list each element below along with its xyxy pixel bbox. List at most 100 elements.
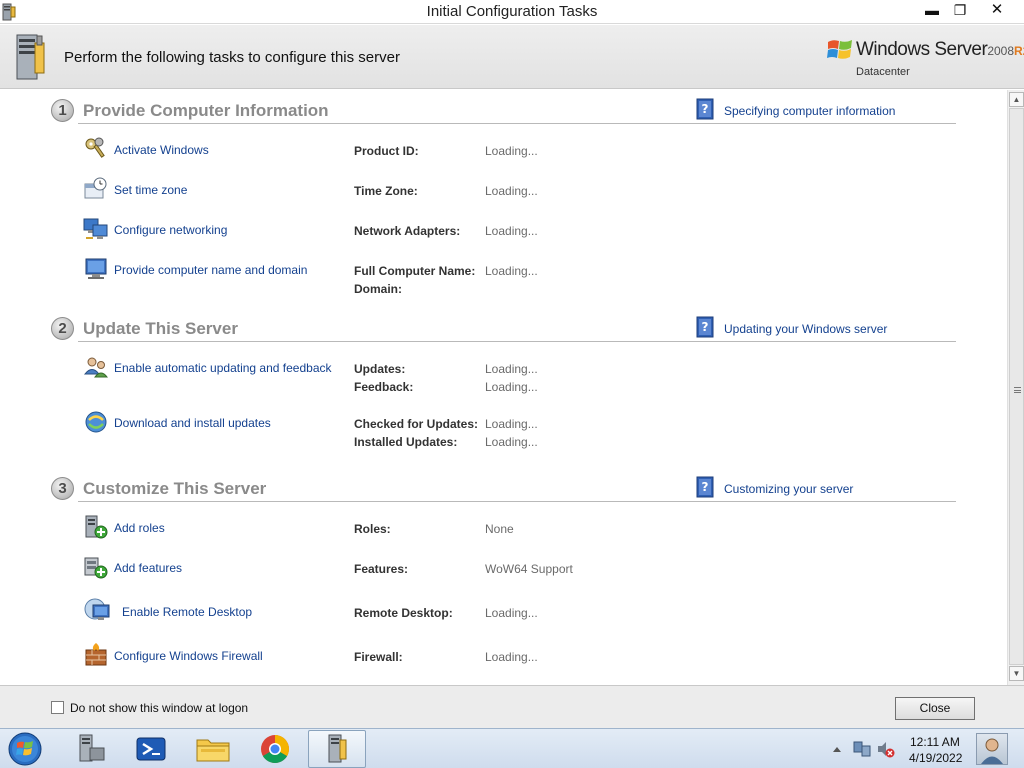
title-bar: Initial Configuration Tasks ▬ ❐ ✕ (0, 0, 1024, 24)
taskbar-chrome[interactable] (246, 730, 304, 768)
prop-label: Network Adapters: (354, 224, 461, 238)
page-title: Perform the following tasks to configure… (64, 49, 400, 66)
chrome-icon (261, 735, 289, 763)
user-avatar[interactable] (976, 733, 1008, 765)
section-title: Provide Computer Information (83, 101, 329, 120)
server-manager-icon (79, 734, 105, 762)
section-number: 2 (51, 317, 74, 340)
users-icon (83, 357, 109, 378)
prop-value: Loading... (485, 417, 538, 431)
prop-label: Updates: (354, 362, 406, 376)
prop-label: Features: (354, 562, 409, 576)
automatic-updating-link[interactable]: Enable automatic updating and feedback (114, 361, 332, 375)
prop-value: Loading... (485, 435, 538, 449)
prop-label: Full Computer Name: (354, 264, 476, 278)
scrollbar-thumb[interactable] (1009, 108, 1024, 665)
scroll-down-arrow-icon[interactable]: ▼ (1009, 666, 1024, 681)
show-hidden-icons-icon[interactable] (830, 729, 844, 768)
brand-release: R2 (1014, 44, 1024, 58)
network-icon (83, 218, 108, 239)
footer-bar: Do not show this window at logon Close (0, 685, 1024, 728)
help-book-icon: ? (696, 98, 714, 120)
prop-value: Loading... (485, 184, 538, 198)
volume-muted-icon[interactable] (876, 729, 896, 768)
dont-show-checkbox-label[interactable]: Do not show this window at logon (70, 701, 248, 715)
taskbar: 12:11 AM 4/19/2022 (0, 728, 1024, 768)
prop-value: Loading... (485, 144, 538, 158)
taskbar-server-manager[interactable] (60, 730, 118, 768)
section-title: Update This Server (83, 319, 238, 338)
start-button-icon[interactable] (6, 731, 44, 767)
add-roles-icon (85, 515, 108, 539)
svg-text:?: ? (702, 102, 709, 116)
grip-icon (1014, 387, 1021, 393)
computer-name-domain-link[interactable]: Provide computer name and domain (114, 263, 307, 277)
clock-icon (84, 177, 107, 199)
help-link-computer-info[interactable]: Specifying computer information (724, 104, 895, 118)
configure-firewall-link[interactable]: Configure Windows Firewall (114, 649, 263, 663)
set-time-zone-link[interactable]: Set time zone (114, 183, 187, 197)
prop-value: Loading... (485, 650, 538, 664)
prop-value: Loading... (485, 264, 538, 278)
help-book-icon: ? (696, 476, 714, 498)
window-title: Initial Configuration Tasks (426, 3, 598, 20)
prop-label: Firewall: (354, 650, 403, 664)
help-link-updating[interactable]: Updating your Windows server (724, 322, 887, 336)
prop-value: WoW64 Support (485, 562, 573, 576)
download-updates-link[interactable]: Download and install updates (114, 416, 271, 430)
computer-icon (85, 258, 107, 279)
file-explorer-icon (196, 739, 230, 762)
prop-value: Loading... (485, 224, 538, 238)
prop-label: Product ID: (354, 144, 419, 158)
prop-label: Checked for Updates: (354, 417, 479, 431)
brand-product: Windows Server (856, 39, 988, 60)
section-divider (78, 501, 956, 502)
windows-flag-icon (827, 40, 852, 59)
keys-icon (85, 137, 105, 158)
add-features-link[interactable]: Add features (114, 561, 182, 575)
help-book-icon: ? (696, 316, 714, 338)
powershell-icon (136, 737, 166, 761)
prop-label: Remote Desktop: (354, 606, 453, 620)
brand-year: 2008 (987, 44, 1015, 58)
taskbar-powershell[interactable] (122, 730, 180, 768)
configure-networking-link[interactable]: Configure networking (114, 223, 227, 237)
section-divider (78, 341, 956, 342)
prop-label: Domain: (354, 282, 402, 296)
brand-product-name: Windows Server2008R2 (856, 39, 1024, 61)
remote-desktop-icon (84, 598, 110, 620)
dont-show-checkbox[interactable] (51, 701, 64, 714)
server-config-icon (16, 34, 45, 80)
header-band: Perform the following tasks to configure… (0, 25, 1024, 89)
clock-date[interactable]: 4/19/2022 (909, 751, 962, 765)
activate-windows-link[interactable]: Activate Windows (114, 143, 209, 157)
section-title: Customize This Server (83, 479, 267, 498)
prop-label: Feedback: (354, 380, 414, 394)
config-tasks-icon (328, 734, 347, 763)
close-button[interactable]: Close (895, 697, 975, 720)
tasks-content: 1 Provide Computer Information ? Specify… (0, 90, 1007, 685)
svg-text:?: ? (702, 480, 709, 494)
vertical-scrollbar[interactable]: ▲ ▼ (1007, 90, 1024, 685)
taskbar-file-explorer[interactable] (184, 730, 242, 768)
enable-remote-desktop-link[interactable]: Enable Remote Desktop (122, 605, 252, 619)
scroll-up-arrow-icon[interactable]: ▲ (1009, 92, 1024, 107)
clock-time[interactable]: 12:11 AM (910, 735, 960, 749)
brand-edition: Datacenter (856, 66, 910, 78)
svg-text:?: ? (702, 320, 709, 334)
section-number: 3 (51, 477, 74, 500)
network-tray-icon[interactable] (852, 729, 872, 768)
firewall-icon (85, 643, 107, 666)
help-link-customizing[interactable]: Customizing your server (724, 482, 853, 496)
add-features-icon (84, 557, 108, 579)
prop-label: Installed Updates: (354, 435, 458, 449)
maximize-button[interactable]: ❐ (943, 0, 977, 22)
add-roles-link[interactable]: Add roles (114, 521, 165, 535)
taskbar-config-tasks[interactable] (308, 730, 366, 768)
section-divider (78, 123, 956, 124)
prop-label: Roles: (354, 522, 391, 536)
close-window-button[interactable]: ✕ (980, 0, 1014, 22)
prop-label: Time Zone: (354, 184, 418, 198)
prop-value: None (485, 522, 514, 536)
prop-value: Loading... (485, 380, 538, 394)
